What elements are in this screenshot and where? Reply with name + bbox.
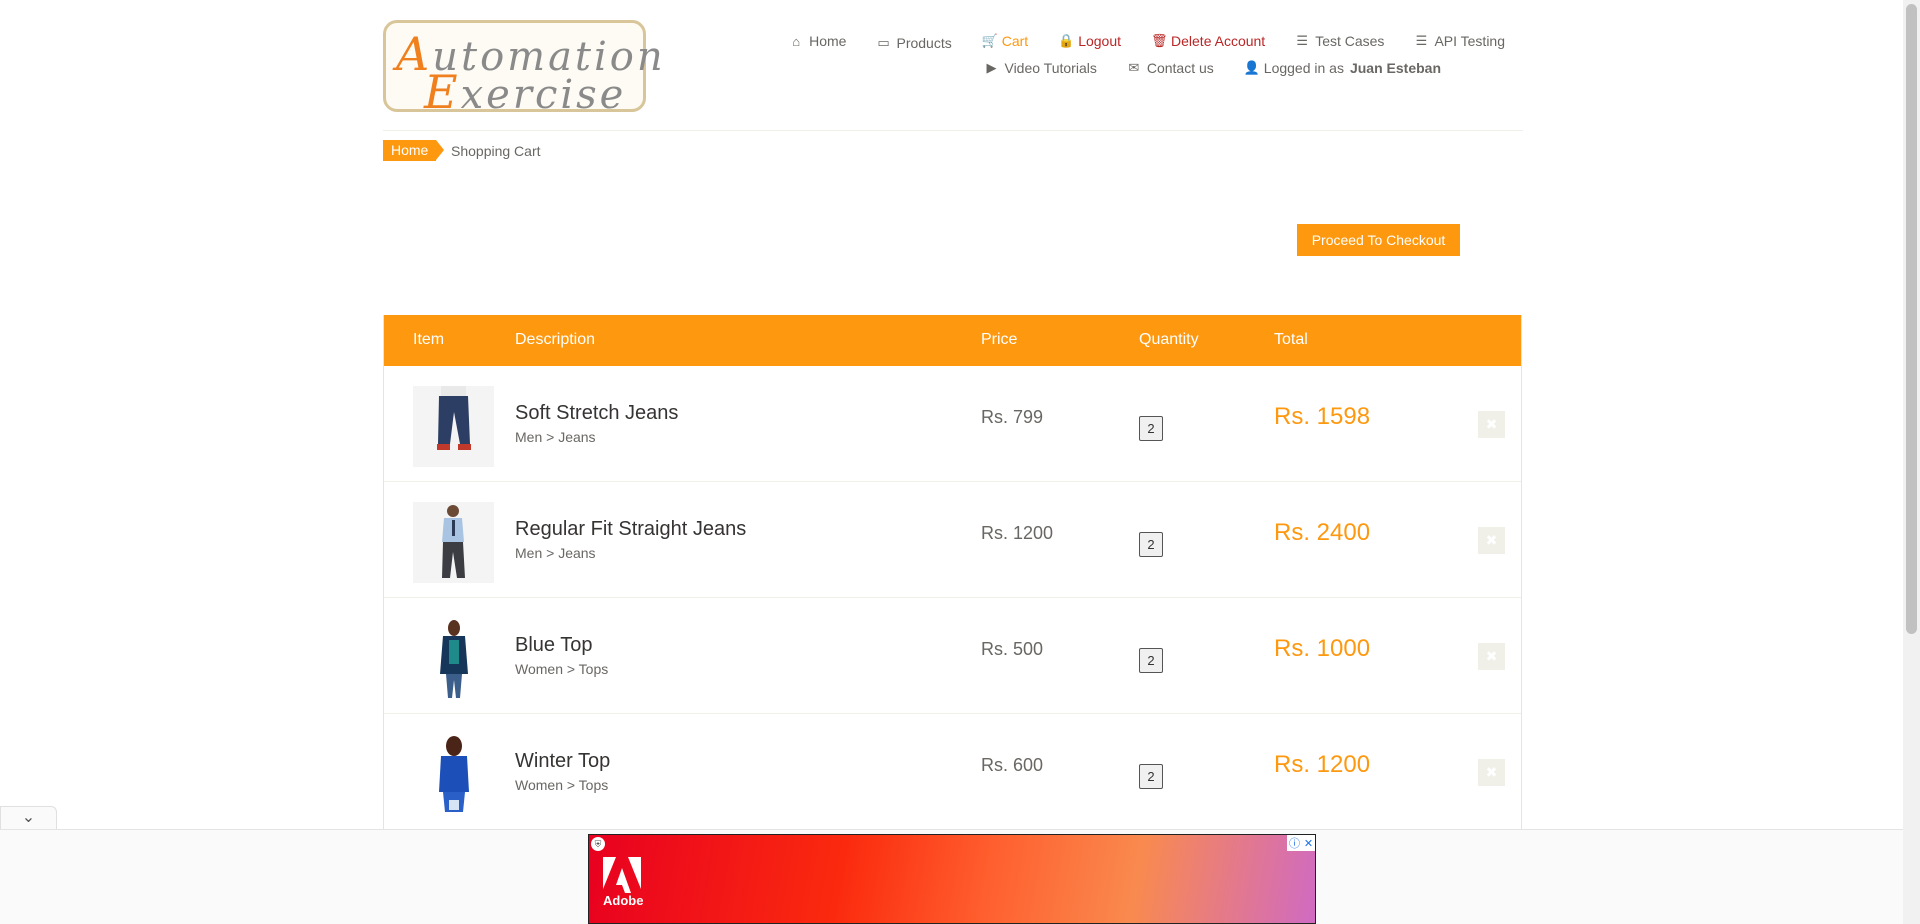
table-row: Regular Fit Straight Jeans Men > Jeans R… [384, 482, 1521, 598]
lock-icon: 🔒 [1058, 33, 1075, 48]
product-category: Women > Tops [515, 777, 609, 793]
ad-shield-icon[interactable]: ⛨ [591, 837, 605, 851]
product-price: Rs. 1200 [981, 523, 1054, 543]
youtube-icon: ▶ [986, 60, 997, 75]
secondary-nav: ▶ Video Tutorials ✉ Contact us 👤 Logged … [984, 60, 1441, 76]
list-icon: ☰ [1296, 33, 1309, 48]
delete-item-icon[interactable]: ✖ [1478, 411, 1505, 438]
product-quantity[interactable]: 2 [1139, 416, 1163, 441]
product-quantity[interactable]: 2 [1139, 532, 1163, 557]
cart-table: Item Description Price Quantity Total So… [383, 315, 1522, 835]
nav-cart[interactable]: 🛒 Cart [982, 32, 1028, 50]
product-image[interactable] [413, 386, 494, 467]
delete-item-icon[interactable]: ✖ [1478, 759, 1505, 786]
main-nav: ⌂ Home ▭ Products 🛒 Cart 🔒 Logout 🗑 Dele… [789, 30, 1505, 52]
nav-delete-account[interactable]: 🗑 Delete Account [1151, 32, 1265, 50]
user-icon: 👤 [1243, 60, 1260, 75]
product-total: Rs. 1200 [1274, 751, 1371, 778]
product-category: Men > Jeans [515, 545, 596, 561]
site-logo[interactable]: Automation Exercise [383, 20, 663, 119]
nav-api-testing[interactable]: ☰ API Testing [1414, 32, 1505, 50]
breadcrumb-current: Shopping Cart [451, 143, 541, 159]
product-price: Rs. 799 [981, 407, 1044, 427]
ad-controls: ⓘ ✕ [1287, 835, 1315, 851]
cart-page: Automation Exercise ⌂ Home ▭ Products 🛒 … [0, 0, 1920, 924]
product-image[interactable] [413, 734, 494, 815]
briefcase-icon: ▭ [877, 35, 890, 50]
header-total: Total [1274, 331, 1308, 348]
product-quantity[interactable]: 2 [1139, 648, 1163, 673]
product-category: Women > Tops [515, 661, 609, 677]
list-icon: ☰ [1415, 33, 1428, 48]
ad-brand: Adobe [603, 893, 644, 908]
product-name[interactable]: Winter Top [515, 750, 610, 773]
product-image[interactable] [413, 618, 494, 699]
envelope-icon: ✉ [1128, 60, 1140, 75]
nav-logout[interactable]: 🔒 Logout [1058, 32, 1121, 50]
product-total: Rs. 1000 [1274, 635, 1371, 662]
table-header: Item Description Price Quantity Total [384, 315, 1521, 366]
ad-banner[interactable]: ⛨ Adobe ⓘ ✕ [588, 834, 1316, 924]
home-icon: ⌂ [792, 33, 801, 49]
table-row: Winter Top Women > Tops Rs. 600 2 Rs. 12… [384, 714, 1521, 830]
product-name[interactable]: Regular Fit Straight Jeans [515, 518, 746, 541]
page-scrollbar[interactable] [1903, 0, 1920, 924]
product-name[interactable]: Blue Top [515, 634, 592, 657]
header-item: Item [413, 331, 445, 348]
nav-test-cases[interactable]: ☰ Test Cases [1295, 32, 1384, 50]
delete-item-icon[interactable]: ✖ [1478, 527, 1505, 554]
delete-item-icon[interactable]: ✖ [1478, 643, 1505, 670]
header-price: Price [981, 331, 1018, 348]
nav-contact-us[interactable]: ✉ Contact us [1127, 60, 1213, 76]
product-price: Rs. 600 [981, 755, 1044, 775]
header-divider [383, 130, 1523, 131]
logo-line-2: Exercise [424, 65, 627, 119]
nav-products[interactable]: ▭ Products [876, 34, 951, 52]
adobe-logo-icon [603, 857, 641, 893]
header-quantity: Quantity [1139, 331, 1199, 348]
product-name[interactable]: Soft Stretch Jeans [515, 402, 678, 425]
product-total: Rs. 1598 [1274, 403, 1371, 430]
product-price: Rs. 500 [981, 639, 1044, 659]
nav-home[interactable]: ⌂ Home [789, 32, 846, 50]
username: Juan Esteban [1349, 60, 1441, 76]
ad-info-icon[interactable]: ⓘ [1289, 835, 1300, 851]
table-row: Blue Top Women > Tops Rs. 500 2 Rs. 1000… [384, 598, 1521, 714]
ad-collapse-toggle[interactable]: ⌄ [0, 806, 57, 830]
scrollbar-thumb[interactable] [1906, 4, 1917, 634]
product-total: Rs. 2400 [1274, 519, 1371, 546]
product-quantity[interactable]: 2 [1139, 764, 1163, 789]
nav-logged-in-user[interactable]: 👤 Logged in as Juan Esteban [1244, 60, 1441, 76]
proceed-to-checkout-button[interactable]: Proceed To Checkout [1297, 224, 1460, 256]
breadcrumb-home[interactable]: Home [383, 140, 445, 161]
table-row: Soft Stretch Jeans Men > Jeans Rs. 799 2… [384, 366, 1521, 482]
trash-icon: 🗑 [1151, 33, 1168, 48]
ad-close-icon[interactable]: ✕ [1304, 837, 1313, 850]
cart-icon: 🛒 [981, 33, 998, 48]
product-category: Men > Jeans [515, 429, 596, 445]
nav-video-tutorials[interactable]: ▶ Video Tutorials [984, 60, 1096, 76]
header-description: Description [515, 331, 596, 348]
product-image[interactable] [413, 502, 494, 583]
